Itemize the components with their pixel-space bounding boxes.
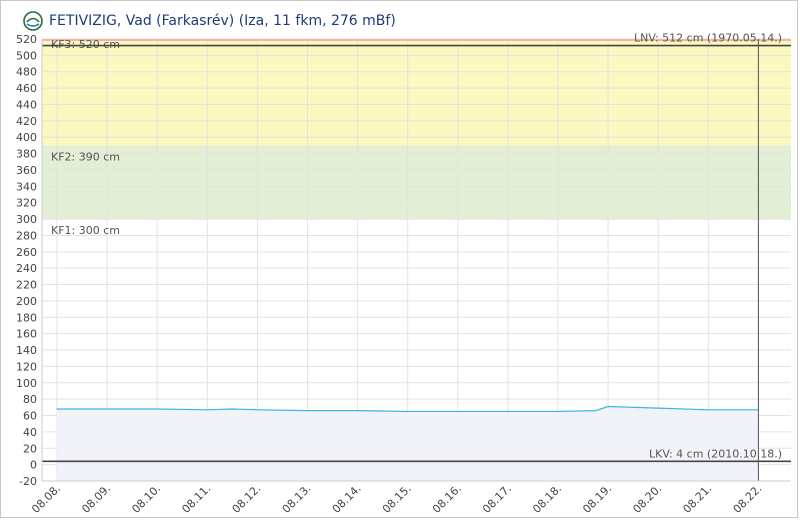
y-tick-label: 300 bbox=[16, 213, 37, 226]
series-point bbox=[407, 410, 409, 413]
y-tick-label: 0 bbox=[30, 459, 37, 472]
series-point bbox=[457, 410, 459, 413]
x-tick-label: 08.10. bbox=[129, 482, 163, 516]
x-tick-label: 08.21. bbox=[680, 482, 714, 516]
record-level-label: LNV: 512 cm (1970.05.14.) bbox=[634, 32, 782, 45]
y-tick-label: 100 bbox=[16, 377, 37, 390]
y-tick-label: 180 bbox=[16, 311, 37, 324]
x-tick-label: 08.11. bbox=[179, 482, 213, 516]
series-point bbox=[357, 410, 359, 412]
series-point bbox=[56, 408, 58, 410]
alert-level-label: KF1: 300 cm bbox=[51, 224, 120, 237]
y-tick-label: 260 bbox=[16, 246, 37, 259]
water-level-chart: KF3: 520 cm KF2: 390 cm KF1: 300 cm LNV: 51… bbox=[16, 32, 791, 516]
x-tick-label: 08.15. bbox=[380, 482, 414, 516]
x-tick-label: 08.13. bbox=[280, 482, 314, 516]
record-level-label: LKV: 4 cm (2010.10.18.) bbox=[649, 447, 782, 460]
series-point bbox=[106, 408, 108, 410]
x-tick-label: 08.18. bbox=[530, 482, 564, 516]
y-tick-label: 500 bbox=[16, 49, 37, 62]
series-point bbox=[206, 409, 208, 411]
chart-frame: FETIVIZIG, Vad (Farkasrév) (Iza, 11 fkm,… bbox=[0, 0, 798, 518]
y-tick-label: 160 bbox=[16, 328, 37, 341]
series-area bbox=[57, 406, 759, 481]
y-tick-label: 360 bbox=[16, 164, 37, 177]
y-tick-label: 480 bbox=[16, 66, 37, 79]
series-point bbox=[607, 405, 609, 408]
y-tick-label: 20 bbox=[23, 442, 37, 455]
y-tick-label: 80 bbox=[23, 393, 37, 406]
level-band-0 bbox=[42, 145, 791, 220]
y-tick-label: 320 bbox=[16, 197, 37, 210]
y-tick-label: -20 bbox=[19, 475, 37, 488]
x-tick-label: 08.20. bbox=[630, 482, 664, 516]
y-tick-label: 220 bbox=[16, 279, 37, 292]
y-tick-label: 460 bbox=[16, 82, 37, 95]
series-point bbox=[507, 410, 509, 413]
alert-level-label: KF3: 520 cm bbox=[51, 38, 120, 51]
x-tick-label: 08.17. bbox=[480, 482, 514, 516]
series-point bbox=[657, 407, 659, 409]
y-tick-label: 40 bbox=[23, 426, 37, 439]
y-tick-label: 200 bbox=[16, 295, 37, 308]
y-tick-label: 240 bbox=[16, 262, 37, 275]
y-tick-label: 520 bbox=[16, 33, 37, 46]
series-point bbox=[231, 408, 233, 410]
y-tick-label: 60 bbox=[23, 410, 37, 423]
series-point bbox=[594, 410, 597, 412]
y-tick-label: 420 bbox=[16, 115, 37, 128]
x-tick-label: 08.19. bbox=[580, 482, 614, 516]
series-point bbox=[707, 409, 709, 411]
x-tick-label: 08.14. bbox=[330, 482, 364, 516]
x-tick-label: 08.16. bbox=[430, 482, 464, 516]
alert-level-label: KF2: 390 cm bbox=[51, 150, 120, 163]
series-point bbox=[557, 410, 559, 413]
series-point bbox=[156, 408, 158, 410]
y-tick-label: 400 bbox=[16, 131, 37, 144]
y-tick-label: 120 bbox=[16, 360, 37, 373]
y-tick-label: 340 bbox=[16, 180, 37, 193]
series-point bbox=[632, 406, 634, 408]
series-point bbox=[306, 410, 309, 412]
x-tick-label: 08.22. bbox=[731, 482, 765, 516]
y-tick-label: 440 bbox=[16, 98, 37, 111]
x-tick-label: 08.12. bbox=[230, 482, 264, 516]
x-tick-label: 08.09. bbox=[79, 482, 113, 516]
series-point bbox=[256, 409, 258, 411]
y-tick-label: 280 bbox=[16, 229, 37, 242]
y-tick-label: 380 bbox=[16, 148, 37, 161]
y-tick-label: 140 bbox=[16, 344, 37, 357]
